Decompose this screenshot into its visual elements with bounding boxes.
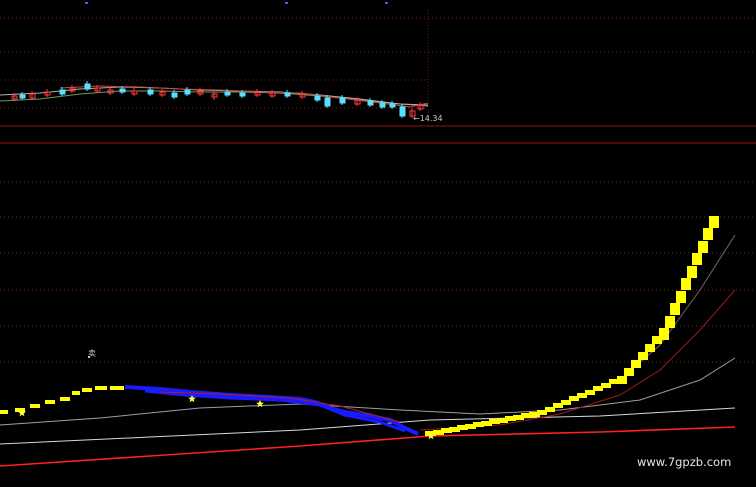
signal-block <box>60 397 70 401</box>
trail-line <box>419 289 736 431</box>
candle-body <box>379 102 386 108</box>
signal-block <box>631 360 641 368</box>
signal-block <box>617 376 627 384</box>
candle-body <box>19 94 26 99</box>
candle-body <box>84 83 91 90</box>
candle-body <box>399 106 406 117</box>
sell-signal-marker: 卖 <box>88 349 96 358</box>
candle-body <box>389 103 396 108</box>
signal-block <box>676 291 686 303</box>
tick-mark <box>285 2 288 4</box>
candle-body <box>119 88 126 93</box>
candle-body <box>59 89 66 95</box>
stock-chart-canvas <box>0 2 756 467</box>
tick-mark <box>385 2 388 4</box>
signal-block <box>709 216 719 228</box>
signal-block <box>692 253 702 265</box>
signal-block <box>30 404 40 408</box>
signal-block <box>670 303 680 315</box>
signal-block <box>15 408 25 412</box>
signal-block <box>665 316 675 328</box>
candle-body <box>171 92 178 98</box>
price-low-marker: ←14.34 <box>413 114 443 123</box>
signal-block <box>624 368 634 376</box>
candle-body <box>324 97 331 107</box>
candle-body <box>224 91 231 96</box>
candle-body <box>367 100 374 106</box>
candle-body <box>239 92 246 97</box>
candle-body <box>184 89 191 95</box>
long-ma-line <box>0 426 736 467</box>
signal-block <box>659 328 669 340</box>
signal-block <box>681 278 691 290</box>
signal-block <box>82 388 92 392</box>
signal-block <box>687 266 697 278</box>
signal-block <box>638 352 648 360</box>
signal-block <box>72 391 80 395</box>
candle-body <box>284 92 291 97</box>
candle-body <box>147 89 154 95</box>
watermark-text: www.7gpzb.com <box>637 455 732 469</box>
signal-block <box>110 386 124 390</box>
signal-block <box>0 410 8 414</box>
signal-block <box>703 228 713 240</box>
signal-block <box>645 344 655 352</box>
candle-body <box>339 97 346 104</box>
tick-mark <box>85 2 88 4</box>
signal-block <box>45 400 55 404</box>
candle-body <box>314 95 321 101</box>
signal-block <box>698 241 708 253</box>
signal-block <box>95 386 107 390</box>
